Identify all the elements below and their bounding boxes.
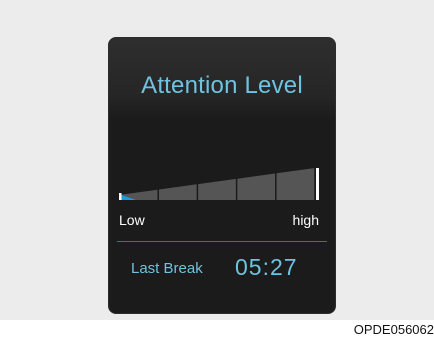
last-break-time: 05:27 xyxy=(235,254,298,280)
attention-level-title: Attention Level xyxy=(141,72,303,99)
meter-segment xyxy=(158,184,197,200)
meter-segment xyxy=(198,178,236,200)
meter-graphic xyxy=(119,168,319,200)
meter-high-label: high xyxy=(292,212,319,228)
meter-low-label: Low xyxy=(119,212,145,228)
separator-line xyxy=(117,241,327,242)
last-break-label: Last Break xyxy=(131,260,203,277)
title-area: Attention Level xyxy=(109,38,335,118)
meter-segment xyxy=(276,168,315,200)
meter-segment xyxy=(237,173,276,200)
attention-level-meter xyxy=(119,168,319,200)
cluster-display: Attention Level Low high Last Break 05:2… xyxy=(108,37,336,314)
meter-high-marker xyxy=(316,168,319,200)
meter-low-marker xyxy=(119,193,122,200)
figure-code: OPDE056062 xyxy=(353,322,434,337)
